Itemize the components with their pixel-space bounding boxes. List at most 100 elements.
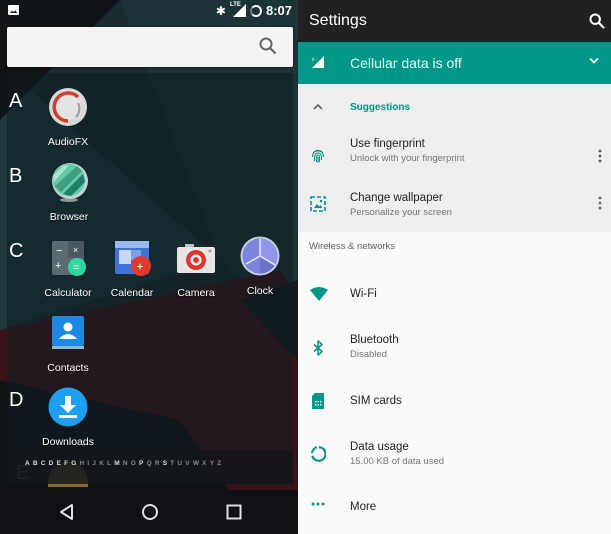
item-title: Data usage [350,441,409,453]
navigation-bar [0,490,298,534]
alphabet-letter-t[interactable]: T [170,460,174,467]
app-calendar[interactable]: + Calendar [100,238,164,299]
settings-item-sim-cards[interactable]: SIM cards [298,379,611,425]
alphabet-letter-u[interactable]: U [177,460,182,467]
wifi-icon [310,287,328,301]
app-label: Browser [49,211,89,223]
svg-text:+: + [55,260,61,272]
clock-icon [240,236,280,276]
item-title: Wi-Fi [350,288,377,300]
app-downloads[interactable]: Downloads [36,387,100,448]
suggestion-title: Use fingerprint [350,138,425,150]
alphabet-letter-s[interactable]: S [163,460,167,467]
alphabet-letter-q[interactable]: Q [147,460,152,467]
alphabet-letter-c[interactable]: C [41,460,46,467]
status-bar: ✱ LTE 8:07 [0,0,298,22]
item-summary: Disabled [350,349,387,360]
section-letter-d: D [9,389,24,411]
home-icon[interactable] [140,502,160,522]
alphabet-letter-y[interactable]: Y [210,460,214,467]
alphabet-letter-i[interactable]: I [87,460,89,467]
section-letter-b: B [9,165,23,187]
more-horiz-icon [311,502,325,506]
alphabet-letter-p[interactable]: P [139,460,143,467]
alphabet-letter-h[interactable]: H [80,460,85,467]
recents-icon[interactable] [224,502,244,522]
contacts-icon [52,316,84,349]
svg-text:=: = [73,262,79,274]
chevron-down-icon[interactable] [589,57,599,65]
calendar-icon: + [115,241,151,276]
settings-item-more[interactable]: More [298,486,611,532]
suggestion-wallpaper[interactable]: Change wallpaper Personalize your screen [298,182,611,232]
data-usage-icon [310,446,326,462]
app-contacts[interactable]: Contacts [36,313,100,374]
app-audiofx[interactable]: AudioFX [36,87,100,148]
alphabet-letter-v[interactable]: V [185,460,189,467]
camera-icon [177,244,215,273]
alphabet-letter-l[interactable]: L [107,460,111,467]
more-vert-icon[interactable] [598,196,602,210]
alphabet-letter-j[interactable]: J [92,460,96,467]
fast-scroll-alphabet[interactable]: ABCDEFGHIJKLMNOPQRSTUVWXYZ [7,450,293,484]
page-title: Settings [309,12,367,29]
alphabet-letter-z[interactable]: Z [217,460,221,467]
alphabet-letter-b[interactable]: B [33,460,38,467]
app-calculator[interactable]: − × + = Calculator [36,238,100,299]
settings-screen: Settings x Cellular data is off Suggesti… [298,0,611,534]
app-label: Calendar [110,287,154,299]
item-title: More [350,501,377,513]
app-label: AudioFX [47,136,89,148]
launcher-app-drawer: ✱ LTE 8:07 A AudioFX B Browser C − × + =… [0,0,298,534]
suggestion-fingerprint[interactable]: Use fingerprint Unlock with your fingerp… [298,132,611,182]
category-header: Wireless & networks [309,241,396,252]
lte-label: LTE [229,2,241,8]
condition-text: Cellular data is off [350,55,462,71]
suggestions-label: Suggestions [350,102,411,113]
alphabet-letter-g[interactable]: G [71,460,76,467]
alphabet-letter-o[interactable]: O [131,460,136,467]
suggestions-header[interactable]: Suggestions [298,84,611,132]
chevron-up-icon[interactable] [313,103,323,111]
section-letter-a: A [9,90,23,112]
svg-text:×: × [73,245,78,255]
alphabet-letter-x[interactable]: X [202,460,206,467]
cellular-off-icon: x [312,56,324,68]
app-label: Calculator [44,287,92,299]
battery-icon [249,4,262,17]
item-summary: 15.00 KB of data used [350,456,445,467]
suggestion-title: Change wallpaper [350,192,443,204]
alphabet-letter-e[interactable]: E [57,460,61,467]
app-camera[interactable]: Camera [164,238,228,299]
settings-item-wifi[interactable]: Wi-Fi [298,272,611,318]
alphabet-letter-k[interactable]: K [99,460,104,467]
image-notification-icon [8,5,19,15]
suggestion-summary: Personalize your screen [350,207,452,218]
alphabet-letter-n[interactable]: N [123,460,128,467]
condition-card-cellular[interactable]: x Cellular data is off [298,42,611,84]
settings-item-data-usage[interactable]: Data usage 15.00 KB of data used [298,432,611,478]
search-icon[interactable] [589,13,605,29]
suggestion-summary: Unlock with your fingerprint [350,153,465,164]
more-vert-icon[interactable] [598,149,602,163]
alphabet-letter-m[interactable]: M [114,460,119,467]
fingerprint-icon [311,149,325,163]
alphabet-letter-a[interactable]: A [25,460,30,467]
downloads-icon [48,387,88,427]
wallpaper-icon [310,196,326,212]
back-icon[interactable] [57,502,77,522]
lte-signal-icon: LTE [229,2,246,17]
alphabet-letter-r[interactable]: R [155,460,160,467]
app-label: Contacts [47,362,89,374]
app-clock[interactable]: Clock [228,236,292,297]
alphabet-letter-f[interactable]: F [64,460,68,467]
app-label: Camera [177,287,215,299]
app-browser[interactable]: Browser [37,162,101,223]
search-icon[interactable] [259,37,277,55]
alphabet-letter-w[interactable]: W [193,460,199,467]
settings-item-bluetooth[interactable]: Bluetooth Disabled [298,326,611,372]
bluetooth-icon: ✱ [215,3,226,18]
alphabet-letter-d[interactable]: D [49,460,54,467]
app-search-bar[interactable] [7,27,293,67]
calculator-icon: − × + = [52,241,86,276]
